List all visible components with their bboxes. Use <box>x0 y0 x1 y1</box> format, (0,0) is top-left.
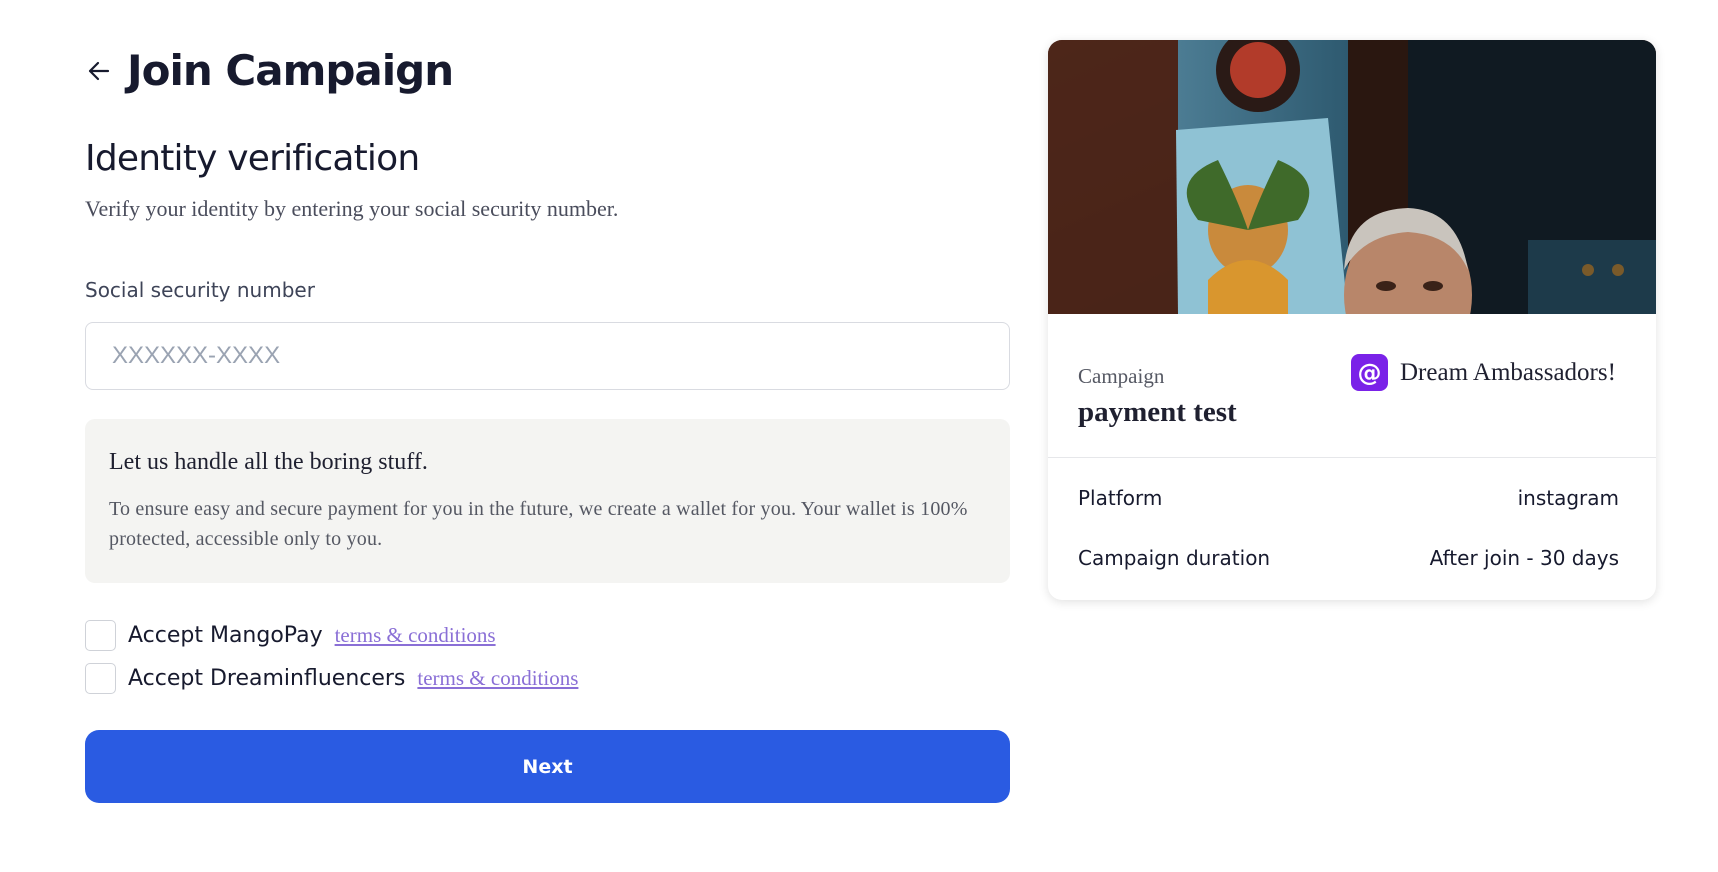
info-title: Let us handle all the boring stuff. <box>109 449 428 475</box>
detail-label: Campaign duration <box>1078 546 1271 570</box>
ssn-input[interactable] <box>85 322 1010 390</box>
campaign-summary: Campaign payment test @ Dream Ambassador… <box>1048 314 1656 458</box>
campaign-card: Campaign payment test @ Dream Ambassador… <box>1048 40 1656 600</box>
join-campaign-page: Join Campaign Identity verification Veri… <box>0 0 1718 872</box>
page-title: Join Campaign <box>127 46 454 95</box>
dreaminfluencers-terms-link[interactable]: terms & conditions <box>417 666 578 691</box>
detail-row-platform: Platform instagram <box>1078 486 1619 510</box>
dreaminfluencers-label: Accept Dreaminfluencers <box>128 666 406 691</box>
back-button[interactable] <box>85 57 113 85</box>
wallet-info-box: Let us handle all the boring stuff. To e… <box>85 419 1010 583</box>
dreaminfluencers-checkbox[interactable] <box>85 663 116 694</box>
arrow-left-icon <box>88 61 110 80</box>
campaign-name: payment test <box>1078 396 1237 428</box>
info-text: To ensure easy and secure payment for yo… <box>109 498 968 550</box>
campaign-label: Campaign <box>1078 364 1165 388</box>
detail-value: instagram <box>1517 486 1619 510</box>
detail-row-duration: Campaign duration After join - 30 days <box>1078 546 1619 570</box>
at-sign-icon: @ <box>1351 354 1388 391</box>
brand-name: Dream Ambassadors! <box>1400 358 1616 386</box>
mangopay-checkbox[interactable] <box>85 620 116 651</box>
section-title: Identity verification <box>85 138 420 179</box>
ssn-label: Social security number <box>85 278 315 302</box>
detail-label: Platform <box>1078 486 1163 510</box>
agreement-row-dreaminfluencers: Accept Dreaminfluencers terms & conditio… <box>85 663 578 694</box>
campaign-image <box>1048 40 1656 314</box>
brand: @ Dream Ambassadors! <box>1351 354 1616 391</box>
mangopay-label: Accept MangoPay <box>128 623 323 648</box>
mangopay-terms-link[interactable]: terms & conditions <box>335 623 496 648</box>
detail-value: After join - 30 days <box>1429 546 1619 570</box>
next-button[interactable]: Next <box>85 730 1010 803</box>
page-header: Join Campaign <box>85 46 454 95</box>
agreement-row-mangopay: Accept MangoPay terms & conditions <box>85 620 496 651</box>
section-description: Verify your identity by entering your so… <box>85 196 619 221</box>
